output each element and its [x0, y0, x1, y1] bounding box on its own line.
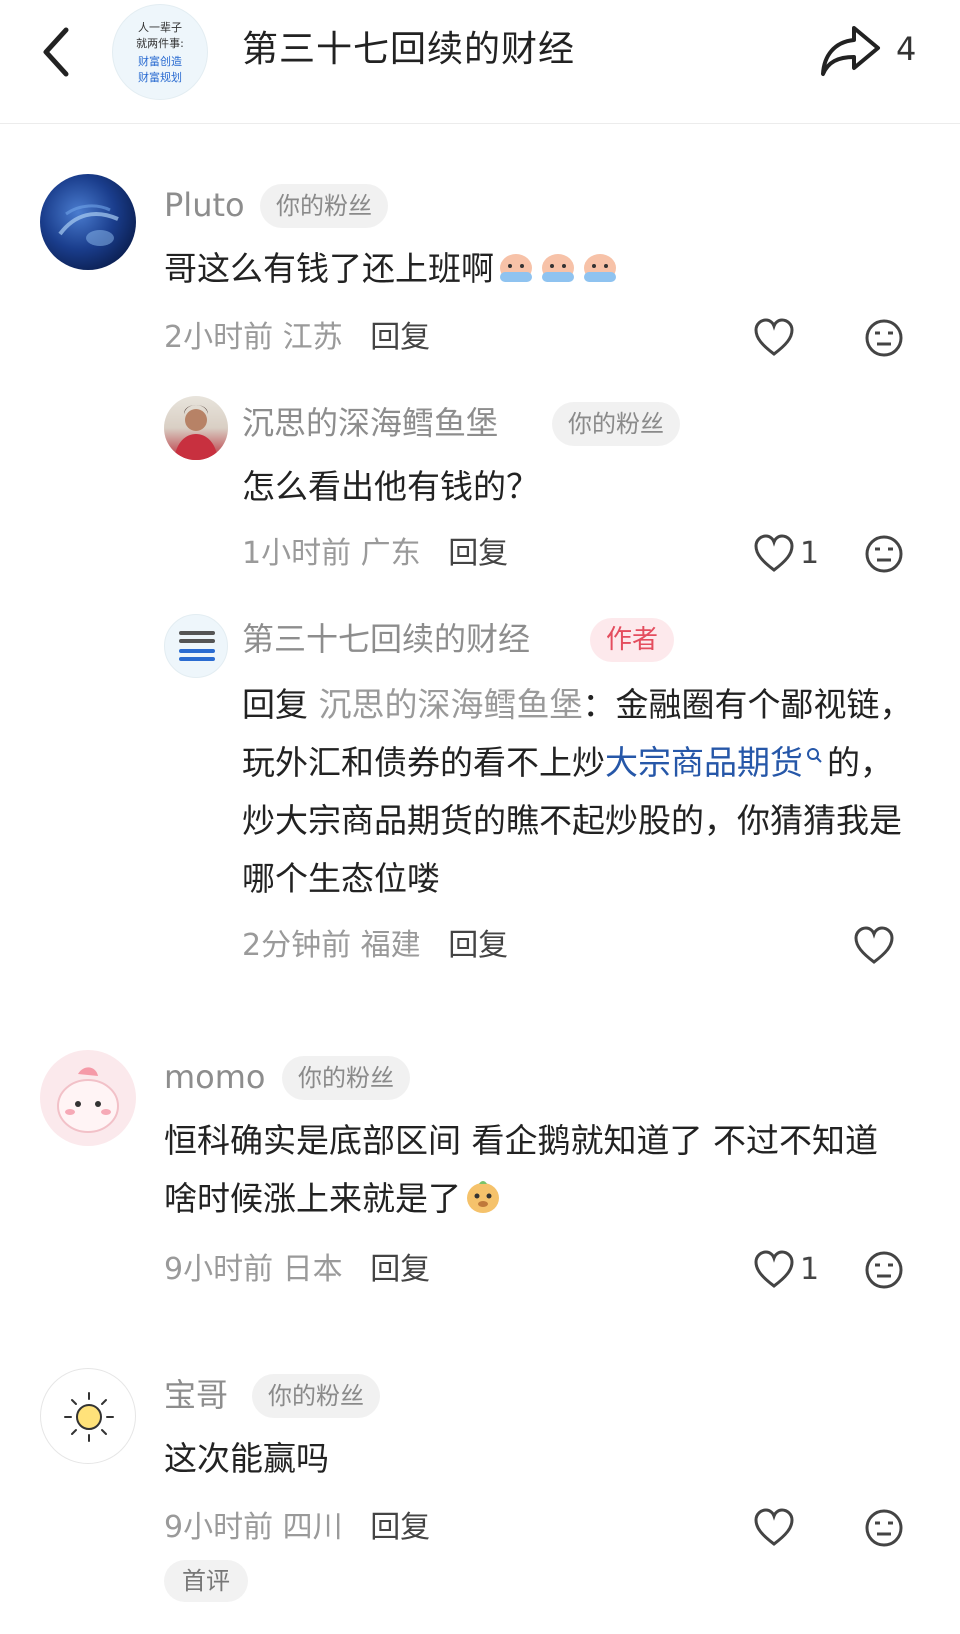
dislike-button[interactable] — [862, 316, 906, 360]
avatar[interactable] — [40, 174, 136, 270]
reply-text: 回复 沉思的深海鳕鱼堡：金融圈有个鄙视链，玩外汇和债券的看不上炒大宗商品期货 的，… — [242, 685, 913, 898]
comment-author[interactable]: Pluto — [164, 182, 245, 228]
comment-author[interactable]: 宝哥 — [164, 1372, 228, 1418]
neutral-face-icon — [865, 535, 903, 573]
comment-author[interactable]: momo — [164, 1054, 266, 1100]
crying-peach-emoji-icon — [542, 254, 574, 282]
reply-to-user[interactable]: 沉思的深海鳕鱼堡 — [319, 685, 583, 724]
fan-badge: 你的粉丝 — [552, 402, 680, 446]
neutral-face-icon — [865, 319, 903, 357]
search-link[interactable]: 大宗商品期货 — [605, 743, 827, 782]
search-icon — [807, 748, 822, 763]
chevron-left-icon — [43, 27, 69, 77]
author-avatar[interactable] — [164, 614, 228, 678]
share-count: 4 — [896, 30, 917, 68]
fan-badge: 你的粉丝 — [282, 1056, 410, 1100]
crying-peach-emoji-icon — [584, 254, 616, 282]
comment-meta: 9小时前 四川 回复 — [164, 1510, 431, 1545]
comment-text: 这次能赢吗 — [164, 1439, 329, 1478]
avatar[interactable] — [40, 1050, 136, 1146]
avatar[interactable] — [164, 396, 228, 460]
reply-author[interactable]: 沉思的深海鳕鱼堡 — [242, 400, 498, 446]
like-button[interactable] — [752, 532, 796, 576]
comment-text: 哥这么有钱了还上班啊 — [164, 240, 904, 298]
heart-outline-icon — [754, 1250, 794, 1288]
reply-button[interactable]: 回复 — [370, 320, 430, 355]
dislike-button[interactable] — [862, 1506, 906, 1550]
heart-outline-icon — [754, 1508, 794, 1546]
comment-text: 恒科确实是底部区间 看企鹅就知道了 不过不知道啥时候涨上来就是了 — [164, 1121, 878, 1218]
heart-outline-icon — [854, 926, 894, 964]
share-button[interactable] — [818, 20, 884, 80]
reply-button[interactable]: 回复 — [370, 1252, 430, 1287]
like-button[interactable] — [752, 316, 796, 360]
reply-text: 怎么看出他有钱的？ — [242, 467, 539, 506]
crying-peach-emoji-icon — [500, 254, 532, 282]
avatar[interactable] — [40, 1368, 136, 1464]
doge-emoji-icon — [467, 1181, 499, 1213]
header-bar: 人一辈子 就两件事: 财富创造 财富规划 第三十七回续的财经 4 — [0, 0, 960, 124]
reply-button[interactable]: 回复 — [370, 1510, 430, 1545]
reply-meta: 1小时前 广东 回复 — [242, 536, 509, 571]
dislike-button[interactable] — [862, 1248, 906, 1292]
dislike-button[interactable] — [862, 532, 906, 576]
fan-badge: 你的粉丝 — [260, 184, 388, 228]
like-button[interactable] — [752, 1506, 796, 1550]
heart-outline-icon — [754, 534, 794, 572]
page-title: 第三十七回续的财经 — [242, 29, 576, 70]
neutral-face-icon — [865, 1251, 903, 1289]
share-arrow-icon — [821, 26, 880, 76]
sun-icon — [64, 1392, 114, 1442]
first-comment-badge: 首评 — [164, 1560, 248, 1602]
like-count: 1 — [800, 1252, 820, 1287]
reply-author[interactable]: 第三十七回续的财经 — [242, 616, 530, 662]
comment-meta: 2小时前 江苏 回复 — [164, 320, 431, 355]
like-button[interactable] — [752, 1248, 796, 1292]
heart-outline-icon — [754, 318, 794, 356]
header-avatar[interactable]: 人一辈子 就两件事: 财富创造 财富规划 — [112, 4, 208, 100]
reply-button[interactable]: 回复 — [448, 536, 508, 571]
comment-meta: 9小时前 日本 回复 — [164, 1252, 431, 1287]
neutral-face-icon — [865, 1509, 903, 1547]
reply-button[interactable]: 回复 — [448, 928, 508, 963]
fan-badge: 你的粉丝 — [252, 1374, 380, 1418]
like-count: 1 — [800, 536, 820, 571]
author-badge: 作者 — [590, 618, 675, 662]
back-button[interactable] — [30, 22, 86, 82]
like-button[interactable] — [852, 924, 896, 968]
reply-meta: 2分钟前 福建 回复 — [242, 928, 509, 963]
